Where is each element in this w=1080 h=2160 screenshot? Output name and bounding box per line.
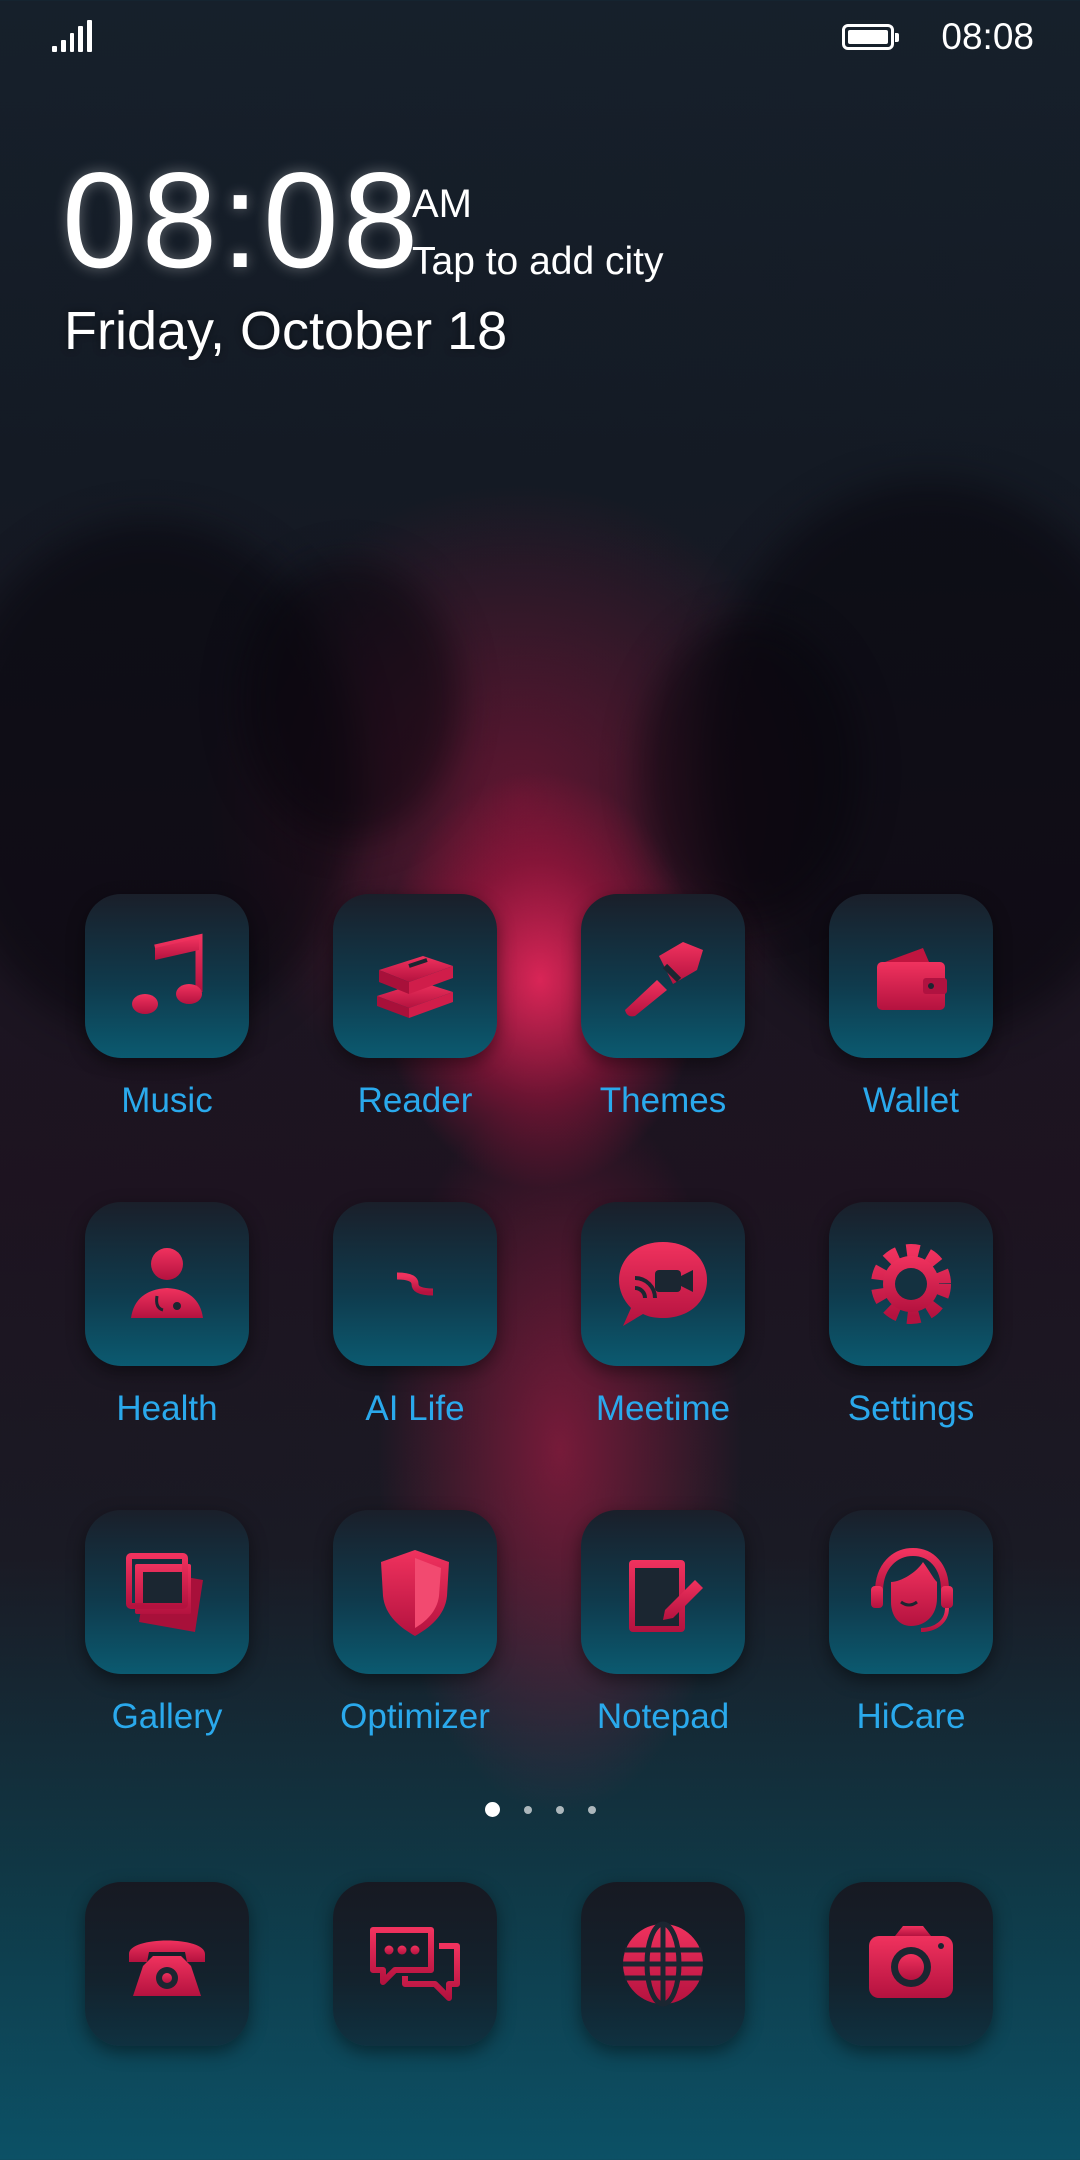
app-label: Optimizer — [340, 1697, 490, 1736]
music-note-icon — [132, 933, 203, 1014]
page-dot-3[interactable] — [555, 1805, 564, 1814]
app-wallet[interactable]: Wallet — [787, 894, 1035, 1122]
dock-browser[interactable] — [539, 1882, 787, 2046]
app-label: Music — [121, 1081, 213, 1120]
wallet-icon — [877, 948, 947, 1010]
app-label: Settings — [847, 1389, 975, 1428]
app-label: Gallery — [111, 1697, 223, 1736]
dock-messages[interactable] — [291, 1882, 539, 2046]
gear-icon — [871, 1244, 951, 1324]
camera-icon — [869, 1926, 953, 1998]
app-themes[interactable]: Themes — [539, 894, 787, 1122]
books-icon — [377, 956, 453, 1018]
clock-date: Friday, October 18 — [64, 301, 508, 361]
browser-globe-icon — [623, 1921, 703, 2007]
status-bar: 08:08 — [0, 0, 1080, 72]
app-label: Meetime — [595, 1389, 731, 1428]
app-meetime[interactable]: Meetime — [539, 1202, 787, 1430]
ai-life-icon — [393, 1244, 437, 1324]
shield-icon — [381, 1550, 449, 1636]
page-dot-1[interactable] — [484, 1802, 500, 1817]
app-label: HiCare — [856, 1697, 966, 1736]
signal-icon — [52, 20, 92, 52]
app-label: Wallet — [863, 1081, 959, 1120]
page-dot-4[interactable] — [587, 1805, 596, 1814]
weather-city-prompt[interactable]: Tap to add city — [412, 240, 663, 284]
app-notepad[interactable]: Notepad — [539, 1510, 787, 1738]
messages-icon — [370, 1927, 460, 2001]
app-health[interactable]: Health — [43, 1202, 291, 1430]
app-hicare[interactable]: HiCare — [787, 1510, 1035, 1738]
status-time: 08:08 — [941, 16, 1034, 57]
app-reader[interactable]: Reader — [291, 894, 539, 1122]
app-ai-life[interactable]: AI Life — [291, 1202, 539, 1430]
page-indicator[interactable] — [0, 1802, 1080, 1817]
app-label: Themes — [599, 1081, 727, 1120]
dock-phone[interactable] — [43, 1882, 291, 2046]
app-label: AI Life — [365, 1389, 465, 1428]
app-music[interactable]: Music — [43, 894, 291, 1122]
clock-time: 08:08 — [62, 144, 423, 296]
app-label: Health — [116, 1389, 218, 1428]
notepad-icon — [629, 1554, 703, 1632]
paintbrush-icon — [625, 942, 703, 1017]
page-dot-2[interactable] — [523, 1805, 532, 1814]
headset-icon — [871, 1547, 953, 1632]
phone-icon — [129, 1940, 205, 1996]
battery-icon — [842, 24, 899, 50]
app-label: Reader — [357, 1081, 473, 1120]
app-label: Notepad — [596, 1697, 730, 1736]
dock-camera[interactable] — [787, 1882, 1035, 2046]
photos-icon — [126, 1553, 203, 1632]
app-settings[interactable]: Settings — [787, 1202, 1035, 1430]
health-person-icon — [131, 1248, 203, 1318]
app-optimizer[interactable]: Optimizer — [291, 1510, 539, 1738]
video-chat-icon — [619, 1242, 707, 1326]
clock-ampm: AM — [412, 182, 472, 226]
app-gallery[interactable]: Gallery — [43, 1510, 291, 1738]
